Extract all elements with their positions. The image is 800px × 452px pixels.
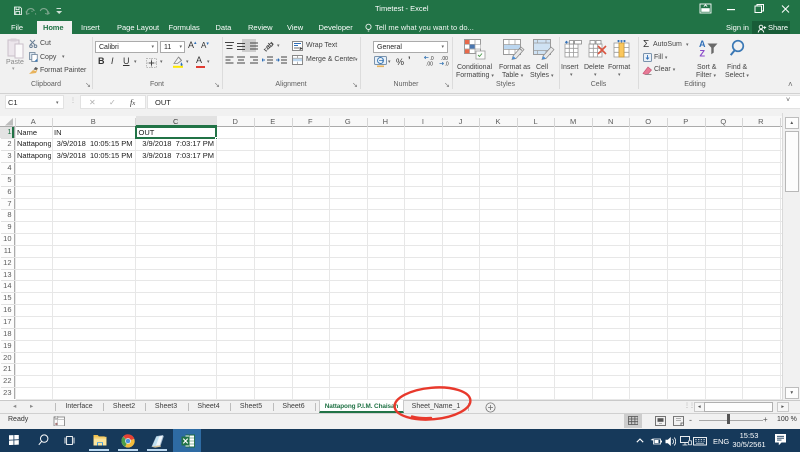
svg-text:.00: .00	[426, 62, 433, 67]
svg-text:ab: ab	[265, 41, 275, 51]
svg-text:.0: .0	[444, 62, 448, 67]
svg-text:A: A	[699, 39, 706, 49]
svg-text:Z: Z	[700, 49, 706, 59]
